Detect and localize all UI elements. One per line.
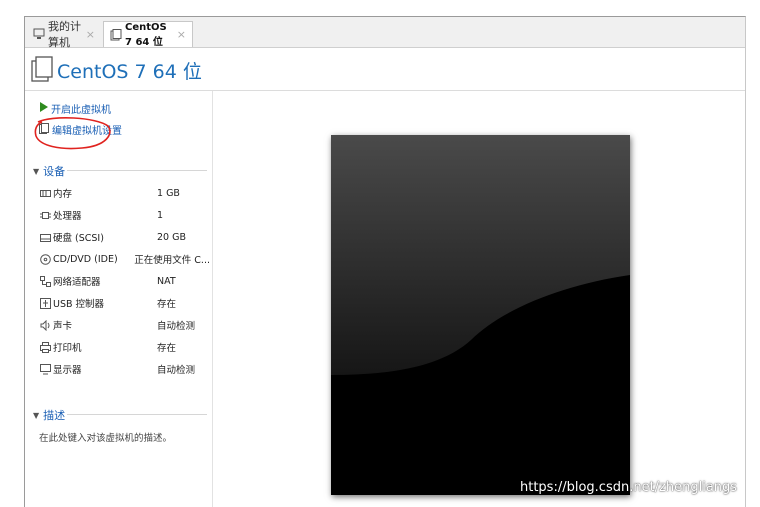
device-value: 20 GB (157, 231, 186, 243)
memory-icon (40, 188, 51, 199)
device-value: NAT (157, 275, 176, 287)
device-row-cd-dvd[interactable]: CD/DVD (IDE) 正在使用文件 C... (40, 250, 210, 268)
device-row-processor[interactable]: 处理器 1 (40, 206, 210, 224)
device-value: 存在 (157, 343, 177, 354)
processor-icon (40, 210, 51, 221)
edit-settings-link[interactable]: 编辑虚拟机设置 (39, 122, 122, 137)
device-row-display[interactable]: 显示器 自动检测 (40, 360, 210, 378)
vm-screen-preview[interactable] (331, 135, 630, 495)
watermark-text: https://blog.csdn.net/zhengliangs (520, 480, 738, 495)
device-name: CD/DVD (IDE) (53, 253, 118, 265)
section-divider (67, 414, 207, 415)
printer-icon (40, 341, 51, 353)
device-value: 存在 (157, 299, 177, 310)
power-on-link[interactable]: 开启此虚拟机 (39, 101, 111, 116)
device-row-usb[interactable]: USB 控制器 存在 (40, 294, 210, 312)
tab-bar: 我的计算机 × CentOS 7 64 位 × (25, 17, 745, 49)
close-tab-icon[interactable]: × (86, 28, 95, 41)
page-title: CentOS 7 64 位 (57, 61, 202, 83)
device-name: 声卡 (53, 321, 73, 332)
display-icon (40, 363, 51, 375)
device-name: 显示器 (53, 365, 82, 376)
device-row-memory[interactable]: 内存 1 GB (40, 184, 210, 202)
device-value: 正在使用文件 C... (134, 255, 210, 266)
device-row-hard-disk[interactable]: 硬盘 (SCSI) 20 GB (40, 228, 210, 246)
tab-my-computer[interactable]: 我的计算机 × (27, 20, 101, 49)
device-row-printer[interactable]: 打印机 存在 (40, 338, 210, 356)
devices-heading: 设备 (43, 165, 66, 178)
vm-tab-icon (110, 28, 122, 41)
device-row-network[interactable]: 网络适配器 NAT (40, 272, 210, 290)
tab-label: CentOS 7 64 位 (125, 21, 167, 48)
collapse-triangle-icon: ▼ (33, 166, 40, 176)
section-divider (67, 170, 207, 171)
sound-card-icon (40, 319, 51, 331)
device-value: 自动检测 (157, 365, 196, 376)
description-heading: 描述 (43, 409, 66, 422)
device-name: 网络适配器 (53, 277, 101, 288)
virtual-machine-icon (31, 56, 53, 86)
usb-controller-icon (40, 297, 51, 309)
preview-gloss-graphic (331, 135, 630, 495)
description-section-header[interactable]: ▼ 描述 (33, 407, 207, 423)
cd-dvd-icon (40, 253, 51, 265)
power-on-label: 开启此虚拟机 (51, 105, 111, 116)
network-adapter-icon (40, 275, 51, 287)
device-row-sound[interactable]: 声卡 自动检测 (40, 316, 210, 334)
collapse-triangle-icon: ▼ (33, 410, 40, 420)
tab-label: 我的计算机 (48, 20, 81, 49)
tab-centos[interactable]: CentOS 7 64 位 × (103, 21, 193, 48)
devices-section-header[interactable]: ▼ 设备 (33, 163, 207, 179)
description-field[interactable]: 在此处键入对该虚拟机的描述。 (39, 430, 172, 444)
vm-header: CentOS 7 64 位 (25, 48, 745, 91)
hard-disk-icon (40, 232, 51, 243)
edit-settings-icon (39, 122, 49, 137)
play-icon (39, 102, 48, 115)
computer-icon (33, 28, 45, 40)
device-name: USB 控制器 (53, 299, 105, 310)
vmware-workstation-window: 我的计算机 × CentOS 7 64 位 × CentOS 7 64 位 开启… (24, 16, 746, 507)
device-name: 内存 (53, 189, 73, 200)
device-name: 打印机 (53, 343, 82, 354)
close-tab-icon[interactable]: × (177, 28, 186, 41)
device-value: 1 (157, 209, 164, 221)
device-value: 自动检测 (157, 321, 196, 332)
vm-sidebar: 开启此虚拟机 编辑虚拟机设置 ▼ 设备 内存 1 GB 处理器 1 硬盘 (SC… (25, 91, 213, 507)
edit-settings-label: 编辑虚拟机设置 (52, 126, 122, 137)
device-name: 处理器 (53, 211, 82, 222)
device-value: 1 GB (157, 187, 180, 199)
device-name: 硬盘 (SCSI) (53, 233, 104, 244)
